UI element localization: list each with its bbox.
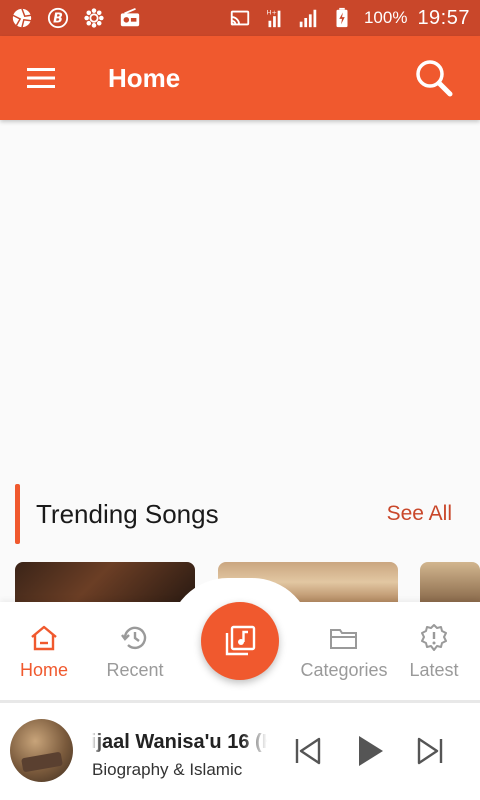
nav-categories[interactable]: Categories xyxy=(298,622,390,681)
battery-charging-icon xyxy=(330,6,354,30)
status-bar: B H+ 100% 19:57 xyxy=(0,0,480,36)
trending-card[interactable] xyxy=(15,562,195,602)
radio-icon xyxy=(118,6,142,30)
nav-recent-label: Recent xyxy=(106,660,164,680)
see-all-link[interactable]: See All xyxy=(387,502,452,526)
status-right-icons: H+ 100% 19:57 xyxy=(228,6,470,30)
album-art[interactable] xyxy=(10,719,73,782)
skip-next-icon xyxy=(417,737,443,765)
track-subtitle: Biography & Islamic xyxy=(92,760,243,779)
search-button[interactable] xyxy=(406,50,462,106)
hamburger-menu-icon xyxy=(27,68,55,88)
bitcoin-b-icon: B xyxy=(46,6,70,30)
app-bar: Home xyxy=(0,36,480,120)
aperture-icon xyxy=(10,6,34,30)
signal-icon xyxy=(296,6,320,30)
svg-text:H+: H+ xyxy=(267,8,277,16)
trending-title: Trending Songs xyxy=(36,498,219,529)
home-icon xyxy=(28,622,60,654)
nav-home[interactable]: Home xyxy=(0,622,90,681)
gear-flower-icon xyxy=(82,6,106,30)
nav-home-label: Home xyxy=(19,660,68,680)
folder-icon xyxy=(328,622,360,654)
music-library-icon xyxy=(225,625,256,656)
next-button[interactable] xyxy=(412,733,448,769)
nav-latest-label: Latest xyxy=(409,660,459,680)
play-icon xyxy=(359,736,383,766)
nav-categories-label: Categories xyxy=(300,660,388,680)
svg-text:B: B xyxy=(53,12,63,27)
skip-previous-icon xyxy=(295,737,321,765)
music-library-button[interactable] xyxy=(201,602,279,680)
section-accent-bar xyxy=(15,484,20,544)
mini-player[interactable]: Bayaanul Rijaal Wanisa'u 16 (H Biography… xyxy=(0,703,480,800)
clock: 19:57 xyxy=(417,6,470,29)
play-button[interactable] xyxy=(352,733,388,769)
nav-recent[interactable]: Recent xyxy=(89,622,181,681)
page-title: Home xyxy=(108,62,181,93)
history-icon xyxy=(119,622,151,654)
track-title: Bayaanul Rijaal Wanisa'u 16 (H xyxy=(92,731,267,753)
bottom-navigation: Home Recent Categories Latest xyxy=(0,578,480,700)
status-left-icons: B xyxy=(10,6,142,30)
mobile-data-icon: H+ xyxy=(262,6,286,30)
previous-button[interactable] xyxy=(290,733,326,769)
trending-card[interactable] xyxy=(420,562,480,602)
nav-latest[interactable]: Latest xyxy=(388,622,480,681)
badge-alert-icon xyxy=(418,622,450,654)
cast-icon xyxy=(228,6,252,30)
search-icon xyxy=(416,60,453,97)
menu-button[interactable] xyxy=(14,50,70,106)
battery-percent: 100% xyxy=(363,8,408,27)
trending-section-header: Trending Songs See All xyxy=(0,482,480,546)
